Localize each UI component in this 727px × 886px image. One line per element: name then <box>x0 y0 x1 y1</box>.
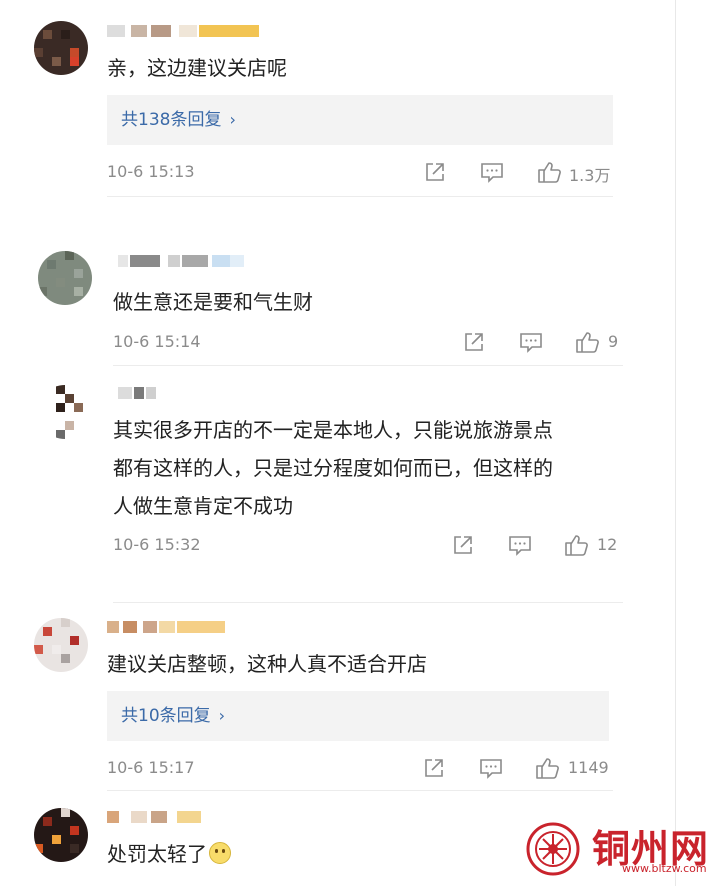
avatar[interactable] <box>34 808 88 862</box>
username-pixelated[interactable] <box>107 811 207 833</box>
avatar[interactable] <box>34 21 88 75</box>
comment-text-line: 其实很多开店的不一定是本地人，只能说旅游景点 <box>113 418 553 442</box>
avatar[interactable] <box>38 251 92 305</box>
replies-label: 共10条回复 <box>121 706 211 726</box>
like-count: 1.3万 <box>569 166 611 185</box>
comment-icon[interactable] <box>518 329 544 355</box>
comment-divider <box>107 790 613 791</box>
like-count: 9 <box>608 332 619 351</box>
watermark-url: www.bltzw.com <box>622 862 707 875</box>
comment-text-line: 人做生意肯定不成功 <box>113 494 293 518</box>
smile-emoji-icon <box>209 842 231 864</box>
thumbs-up-icon[interactable] <box>563 532 589 558</box>
comment-time: 10-6 15:32 <box>113 535 201 554</box>
watermark-logo-icon <box>521 820 585 878</box>
share-icon[interactable] <box>422 159 448 185</box>
comment-divider <box>107 196 613 197</box>
comment-icon[interactable] <box>479 159 505 185</box>
chevron-right-icon: › <box>218 706 226 725</box>
comment-divider <box>113 365 623 366</box>
thumbs-up-icon[interactable] <box>536 159 562 185</box>
thumbs-up-icon[interactable] <box>574 329 600 355</box>
chevron-right-icon: › <box>229 110 236 129</box>
comment-text: 亲，这边建议关店呢 <box>107 56 287 80</box>
share-icon[interactable] <box>461 329 487 355</box>
right-divider <box>675 0 676 886</box>
replies-link[interactable]: 共10条回复 › <box>107 691 609 741</box>
comment-text: 做生意还是要和气生财 <box>113 290 313 314</box>
username-pixelated[interactable] <box>107 25 259 47</box>
comment-time: 10-6 15:14 <box>113 332 201 351</box>
replies-label: 共138条回复 <box>121 110 222 130</box>
like-count: 12 <box>597 535 618 554</box>
comment-text: 处罚太轻了 <box>107 833 231 875</box>
comment-time: 10-6 15:17 <box>107 758 195 777</box>
share-icon[interactable] <box>421 755 447 781</box>
comment-text-line: 都有这样的人，只是过分程度如何而已，但这样的 <box>113 456 553 480</box>
share-icon[interactable] <box>450 532 476 558</box>
comment-text-body: 处罚太轻了 <box>107 842 207 866</box>
username-pixelated[interactable] <box>118 387 178 409</box>
replies-link[interactable]: 共138条回复 › <box>107 95 613 145</box>
thumbs-up-icon[interactable] <box>534 755 560 781</box>
comment-icon[interactable] <box>478 755 504 781</box>
comment-text: 建议关店整顿，这种人真不适合开店 <box>107 652 427 676</box>
avatar[interactable] <box>38 385 92 439</box>
comment-time: 10-6 15:13 <box>107 162 195 181</box>
avatar[interactable] <box>34 618 88 672</box>
username-pixelated[interactable] <box>107 621 227 643</box>
comment-divider <box>113 602 623 603</box>
like-count: 1149 <box>568 758 609 777</box>
username-pixelated[interactable] <box>118 255 248 277</box>
comment-icon[interactable] <box>507 532 533 558</box>
